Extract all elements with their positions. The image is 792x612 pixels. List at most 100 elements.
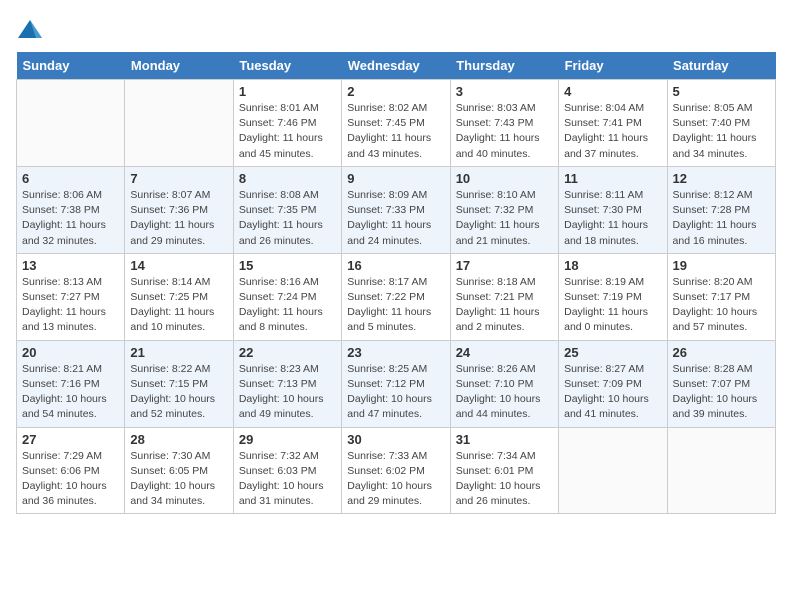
day-detail: Sunrise: 7:34 AMSunset: 6:01 PMDaylight:… <box>456 449 553 510</box>
day-number: 12 <box>673 171 770 186</box>
day-detail: Sunrise: 8:03 AMSunset: 7:43 PMDaylight:… <box>456 101 553 162</box>
day-number: 2 <box>347 84 444 99</box>
calendar-cell: 18 Sunrise: 8:19 AMSunset: 7:19 PMDayligh… <box>559 253 667 340</box>
day-detail: Sunrise: 8:05 AMSunset: 7:40 PMDaylight:… <box>673 101 770 162</box>
day-number: 4 <box>564 84 661 99</box>
day-detail: Sunrise: 8:07 AMSunset: 7:36 PMDaylight:… <box>130 188 227 249</box>
day-detail: Sunrise: 8:09 AMSunset: 7:33 PMDaylight:… <box>347 188 444 249</box>
day-detail: Sunrise: 8:19 AMSunset: 7:19 PMDaylight:… <box>564 275 661 336</box>
day-detail: Sunrise: 8:02 AMSunset: 7:45 PMDaylight:… <box>347 101 444 162</box>
day-number: 31 <box>456 432 553 447</box>
calendar-cell: 26Sunrise: 8:28 AMSunset: 7:07 PMDayligh… <box>667 340 775 427</box>
day-detail: Sunrise: 7:30 AMSunset: 6:05 PMDaylight:… <box>130 449 227 510</box>
day-number: 13 <box>22 258 119 273</box>
day-detail: Sunrise: 8:10 AMSunset: 7:32 PMDaylight:… <box>456 188 553 249</box>
calendar-cell: 3Sunrise: 8:03 AMSunset: 7:43 PMDaylight… <box>450 80 558 167</box>
col-header-friday: Friday <box>559 52 667 80</box>
calendar-cell: 14 Sunrise: 8:14 AMSunset: 7:25 PMDayligh… <box>125 253 233 340</box>
col-header-saturday: Saturday <box>667 52 775 80</box>
day-detail: Sunrise: 8:25 AMSunset: 7:12 PMDaylight:… <box>347 362 444 423</box>
day-detail: Sunrise: 8:12 AMSunset: 7:28 PMDaylight:… <box>673 188 770 249</box>
day-number: 21 <box>130 345 227 360</box>
calendar-cell: 22 Sunrise: 8:23 AMSunset: 7:13 PMDayligh… <box>233 340 341 427</box>
calendar-cell: 17 Sunrise: 8:18 AMSunset: 7:21 PMDayligh… <box>450 253 558 340</box>
calendar-cell <box>125 80 233 167</box>
day-detail: Sunrise: 7:29 AMSunset: 6:06 PMDaylight:… <box>22 449 119 510</box>
day-number: 15 <box>239 258 336 273</box>
day-detail: Sunrise: 8:01 AMSunset: 7:46 PMDaylight:… <box>239 101 336 162</box>
calendar-week-2: 6Sunrise: 8:06 AMSunset: 7:38 PMDaylight… <box>17 166 776 253</box>
day-detail: Sunrise: 8:26 AMSunset: 7:10 PMDaylight:… <box>456 362 553 423</box>
calendar-cell: 9 Sunrise: 8:09 AMSunset: 7:33 PMDaylight… <box>342 166 450 253</box>
day-number: 20 <box>22 345 119 360</box>
day-number: 26 <box>673 345 770 360</box>
day-detail: Sunrise: 8:06 AMSunset: 7:38 PMDaylight:… <box>22 188 119 249</box>
calendar-cell: 11Sunrise: 8:11 AMSunset: 7:30 PMDayligh… <box>559 166 667 253</box>
day-number: 29 <box>239 432 336 447</box>
calendar-cell: 5Sunrise: 8:05 AMSunset: 7:40 PMDaylight… <box>667 80 775 167</box>
col-header-wednesday: Wednesday <box>342 52 450 80</box>
calendar-cell: 8 Sunrise: 8:08 AMSunset: 7:35 PMDaylight… <box>233 166 341 253</box>
calendar-cell: 21 Sunrise: 8:22 AMSunset: 7:15 PMDayligh… <box>125 340 233 427</box>
day-number: 18 <box>564 258 661 273</box>
day-number: 7 <box>130 171 227 186</box>
calendar-week-1: 1 Sunrise: 8:01 AMSunset: 7:46 PMDaylight… <box>17 80 776 167</box>
calendar-week-4: 20 Sunrise: 8:21 AMSunset: 7:16 PMDayligh… <box>17 340 776 427</box>
day-detail: Sunrise: 8:18 AMSunset: 7:21 PMDaylight:… <box>456 275 553 336</box>
calendar-cell <box>559 427 667 514</box>
calendar-cell: 19Sunrise: 8:20 AMSunset: 7:17 PMDayligh… <box>667 253 775 340</box>
day-number: 22 <box>239 345 336 360</box>
calendar-cell: 15 Sunrise: 8:16 AMSunset: 7:24 PMDayligh… <box>233 253 341 340</box>
day-detail: Sunrise: 8:22 AMSunset: 7:15 PMDaylight:… <box>130 362 227 423</box>
day-number: 8 <box>239 171 336 186</box>
day-detail: Sunrise: 8:04 AMSunset: 7:41 PMDaylight:… <box>564 101 661 162</box>
calendar-cell: 12 Sunrise: 8:12 AMSunset: 7:28 PMDayligh… <box>667 166 775 253</box>
calendar-cell: 29 Sunrise: 7:32 AMSunset: 6:03 PMDayligh… <box>233 427 341 514</box>
calendar-cell: 7 Sunrise: 8:07 AMSunset: 7:36 PMDaylight… <box>125 166 233 253</box>
day-number: 27 <box>22 432 119 447</box>
col-header-sunday: Sunday <box>17 52 125 80</box>
logo <box>16 16 46 44</box>
day-detail: Sunrise: 8:17 AMSunset: 7:22 PMDaylight:… <box>347 275 444 336</box>
page-header <box>16 16 776 44</box>
day-detail: Sunrise: 8:23 AMSunset: 7:13 PMDaylight:… <box>239 362 336 423</box>
day-detail: Sunrise: 8:14 AMSunset: 7:25 PMDaylight:… <box>130 275 227 336</box>
day-detail: Sunrise: 8:08 AMSunset: 7:35 PMDaylight:… <box>239 188 336 249</box>
day-detail: Sunrise: 8:20 AMSunset: 7:17 PMDaylight:… <box>673 275 770 336</box>
day-number: 30 <box>347 432 444 447</box>
day-number: 25 <box>564 345 661 360</box>
day-number: 17 <box>456 258 553 273</box>
col-header-monday: Monday <box>125 52 233 80</box>
calendar-cell: 20 Sunrise: 8:21 AMSunset: 7:16 PMDayligh… <box>17 340 125 427</box>
calendar-cell: 31 Sunrise: 7:34 AMSunset: 6:01 PMDayligh… <box>450 427 558 514</box>
calendar-cell: 4 Sunrise: 8:04 AMSunset: 7:41 PMDaylight… <box>559 80 667 167</box>
calendar-cell: 2 Sunrise: 8:02 AMSunset: 7:45 PMDaylight… <box>342 80 450 167</box>
day-number: 24 <box>456 345 553 360</box>
col-header-thursday: Thursday <box>450 52 558 80</box>
header-row: SundayMondayTuesdayWednesdayThursdayFrid… <box>17 52 776 80</box>
day-detail: Sunrise: 7:33 AMSunset: 6:02 PMDaylight:… <box>347 449 444 510</box>
day-number: 28 <box>130 432 227 447</box>
calendar-cell: 6Sunrise: 8:06 AMSunset: 7:38 PMDaylight… <box>17 166 125 253</box>
calendar-cell: 28 Sunrise: 7:30 AMSunset: 6:05 PMDayligh… <box>125 427 233 514</box>
day-detail: Sunrise: 8:21 AMSunset: 7:16 PMDaylight:… <box>22 362 119 423</box>
calendar-cell: 24 Sunrise: 8:26 AMSunset: 7:10 PMDayligh… <box>450 340 558 427</box>
calendar-cell <box>667 427 775 514</box>
day-detail: Sunrise: 8:13 AMSunset: 7:27 PMDaylight:… <box>22 275 119 336</box>
logo-icon <box>16 16 44 44</box>
day-number: 1 <box>239 84 336 99</box>
calendar-cell: 30 Sunrise: 7:33 AMSunset: 6:02 PMDayligh… <box>342 427 450 514</box>
day-detail: Sunrise: 7:32 AMSunset: 6:03 PMDaylight:… <box>239 449 336 510</box>
day-detail: Sunrise: 8:27 AMSunset: 7:09 PMDaylight:… <box>564 362 661 423</box>
day-number: 16 <box>347 258 444 273</box>
day-number: 23 <box>347 345 444 360</box>
day-number: 9 <box>347 171 444 186</box>
day-number: 10 <box>456 171 553 186</box>
day-number: 14 <box>130 258 227 273</box>
day-detail: Sunrise: 8:16 AMSunset: 7:24 PMDaylight:… <box>239 275 336 336</box>
calendar-week-5: 27 Sunrise: 7:29 AMSunset: 6:06 PMDayligh… <box>17 427 776 514</box>
calendar-cell: 27 Sunrise: 7:29 AMSunset: 6:06 PMDayligh… <box>17 427 125 514</box>
calendar-cell: 25 Sunrise: 8:27 AMSunset: 7:09 PMDayligh… <box>559 340 667 427</box>
calendar-cell: 16 Sunrise: 8:17 AMSunset: 7:22 PMDayligh… <box>342 253 450 340</box>
col-header-tuesday: Tuesday <box>233 52 341 80</box>
